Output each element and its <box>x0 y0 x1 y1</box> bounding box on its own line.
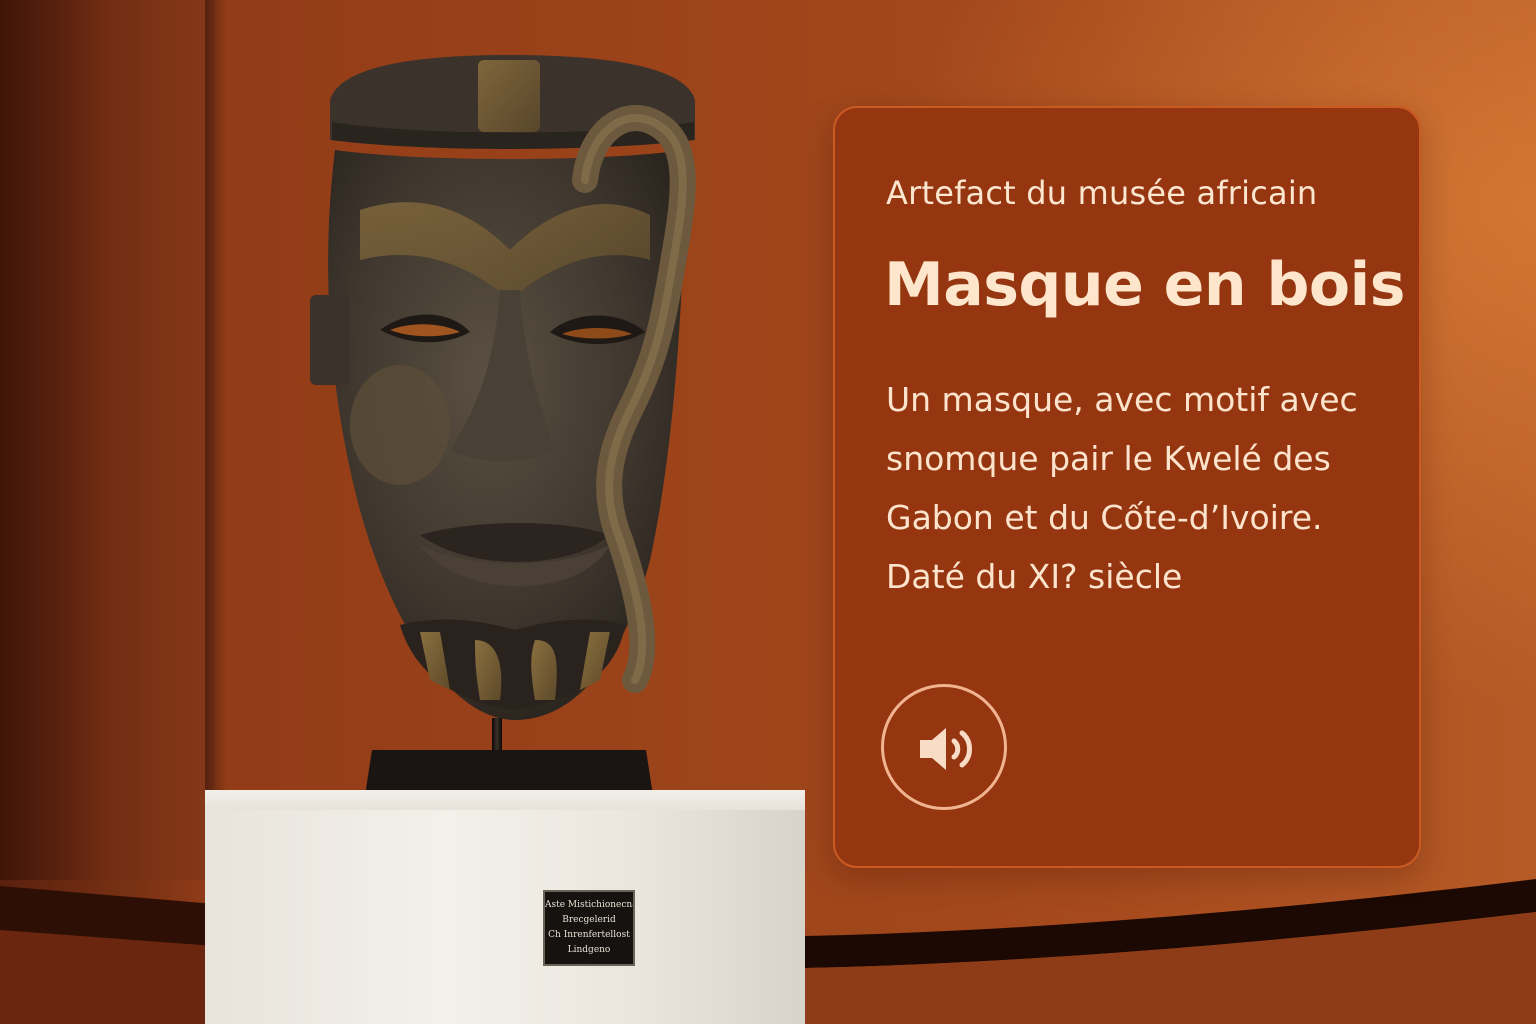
panel-kicker: Artefact du musée africain <box>886 174 1318 212</box>
pedestal-top <box>205 790 805 812</box>
speaker-icon <box>920 728 972 770</box>
pedestal-face: Aste Mistichionecnal Brecgelerid Ch Inre… <box>205 810 805 1024</box>
pedestal: Aste Mistichionecnal Brecgelerid Ch Inre… <box>205 790 805 1024</box>
info-panel: Artefact du musée africain Masque en boi… <box>833 106 1421 868</box>
plaque-line: Lindgeno <box>567 945 611 955</box>
description-line: Daté du XI? siècle <box>886 557 1183 596</box>
plaque-line: Ch Inrenfertellost <box>548 930 630 940</box>
description-line: snomque pair le Kwelé des <box>886 439 1331 478</box>
plaque: Aste Mistichionecnal Brecgelerid Ch Inre… <box>543 890 635 966</box>
wall-corner <box>0 0 215 880</box>
panel-title: Masque en bois <box>884 250 1405 320</box>
plaque-line: Brecgelerid <box>562 915 616 925</box>
audio-play-button[interactable] <box>881 684 1007 810</box>
plaque-line: Aste Mistichionecnal <box>545 900 633 910</box>
description-line: Un masque, avec motif avec <box>886 380 1358 419</box>
description-line: Gabon et du Cốte-d’Ivoire. <box>886 498 1323 537</box>
wooden-mask <box>310 55 696 720</box>
museum-scene: Aste Mistichionecnal Brecgelerid Ch Inre… <box>0 0 1536 1024</box>
panel-description: Un masque, avec motif avec snomque pair … <box>886 370 1406 606</box>
